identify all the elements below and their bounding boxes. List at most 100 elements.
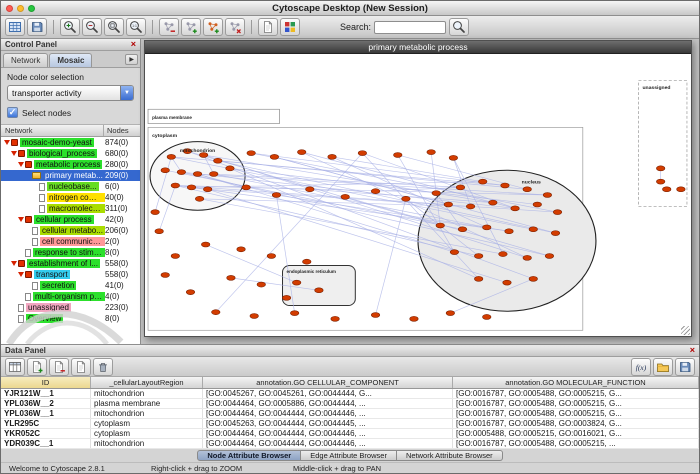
tree-item-secretion[interactable]: secretion41(0) (1, 280, 140, 291)
network-node[interactable] (341, 194, 349, 199)
rename-attribute-button[interactable] (71, 358, 91, 376)
network-node[interactable] (656, 179, 664, 184)
network-node[interactable] (161, 168, 169, 173)
network-node[interactable] (195, 196, 203, 201)
network-node[interactable] (478, 179, 486, 184)
network-node[interactable] (432, 191, 440, 196)
tree-item-macromolecule[interactable]: macromolecule...311(0) (1, 203, 140, 214)
network-node[interactable] (214, 158, 222, 163)
network-node[interactable] (427, 150, 435, 155)
tree-item-transport[interactable]: transport558(0) (1, 269, 140, 280)
expander-icon[interactable] (17, 214, 25, 225)
new-network-from-selection-button[interactable] (203, 18, 223, 36)
tree-item-biological-process[interactable]: biological_process680(0) (1, 148, 140, 159)
tab-scroll-right-button[interactable]: ▶ (125, 54, 138, 65)
network-node[interactable] (177, 170, 185, 175)
vizmapper-button[interactable] (280, 18, 300, 36)
network-node[interactable] (267, 253, 275, 258)
zoom-selected-button[interactable]: 1:1 (126, 18, 146, 36)
network-node[interactable] (193, 172, 201, 177)
network-node[interactable] (474, 276, 482, 281)
network-node[interactable] (226, 166, 234, 171)
delete-rows-button[interactable] (93, 358, 113, 376)
select-nodes-checkbox[interactable]: ✓ (7, 107, 18, 118)
network-node[interactable] (489, 200, 497, 205)
zoom-in-button[interactable] (60, 18, 80, 36)
node-color-select[interactable]: transporter activity ▼ (7, 85, 134, 101)
network-node[interactable] (456, 185, 464, 190)
tree-item-nucleobase[interactable]: nucleobase...6(0) (1, 181, 140, 192)
network-node[interactable] (151, 210, 159, 215)
network-node[interactable] (499, 252, 507, 257)
network-node[interactable] (444, 202, 452, 207)
network-node[interactable] (523, 187, 531, 192)
expander-icon[interactable] (3, 137, 11, 148)
column-header[interactable]: _cellularLayoutRegion (91, 377, 203, 388)
column-header[interactable]: annotation.GO MOLECULAR_FUNCTION (453, 377, 699, 388)
network-node[interactable] (371, 189, 379, 194)
expander-icon[interactable] (17, 269, 25, 280)
network-node[interactable] (315, 288, 323, 293)
network-node[interactable] (501, 183, 509, 188)
network-node[interactable] (529, 276, 537, 281)
network-node[interactable] (331, 316, 339, 321)
network-node[interactable] (292, 280, 300, 285)
network-node[interactable] (529, 227, 537, 232)
column-header[interactable]: annotation.GO CELLULAR_COMPONENT (203, 377, 453, 388)
network-node[interactable] (186, 290, 194, 295)
network-node[interactable] (505, 229, 513, 234)
tree-item-nitrogen-compo[interactable]: nitrogen compo...40(0) (1, 192, 140, 203)
network-node[interactable] (155, 229, 163, 234)
network-node[interactable] (237, 247, 245, 252)
table-row[interactable]: YPL036W__1mitochondrion[GO:0044464, GO:0… (1, 409, 699, 419)
network-node[interactable] (371, 313, 379, 318)
tab-node-attribute-browser[interactable]: Node Attribute Browser (197, 450, 301, 461)
network-node[interactable] (161, 273, 169, 278)
network-node[interactable] (551, 231, 559, 236)
show-all-button[interactable] (181, 18, 201, 36)
network-node[interactable] (210, 172, 218, 177)
network-node[interactable] (201, 242, 209, 247)
network-node[interactable] (402, 196, 410, 201)
network-node[interactable] (203, 187, 211, 192)
network-node[interactable] (523, 255, 531, 260)
network-node[interactable] (458, 227, 466, 232)
network-node[interactable] (167, 154, 175, 159)
network-node[interactable] (250, 314, 258, 319)
tab-edge-attribute-browser[interactable]: Edge Attribute Browser (301, 450, 397, 461)
network-node[interactable] (553, 210, 561, 215)
network-node[interactable] (543, 193, 551, 198)
delete-attribute-button[interactable] (49, 358, 69, 376)
network-node[interactable] (257, 282, 265, 287)
window-titlebar[interactable]: Cytoscape Desktop (New Session) (1, 1, 699, 16)
import-attributes-button[interactable] (653, 358, 673, 376)
network-overview-button[interactable] (5, 18, 25, 36)
tree-item-cellular-process[interactable]: cellular process42(0) (1, 214, 140, 225)
network-node[interactable] (394, 153, 402, 158)
network-node[interactable] (474, 253, 482, 258)
search-options-button[interactable] (449, 18, 469, 36)
network-node[interactable] (270, 154, 278, 159)
table-row[interactable]: YLR295Ccytoplasm[GO:0045263, GO:0044444,… (1, 419, 699, 429)
tree-item-multi-organism-pro[interactable]: multi-organism pro...4(0) (1, 291, 140, 302)
network-canvas[interactable]: plasma membranecytoplasmunassignedendopl… (145, 54, 691, 336)
network-node[interactable] (483, 314, 491, 319)
expander-icon[interactable] (10, 148, 18, 159)
destroy-network-button[interactable] (225, 18, 245, 36)
network-node[interactable] (656, 166, 664, 171)
network-node[interactable] (446, 311, 454, 316)
network-node[interactable] (227, 275, 235, 280)
network-node[interactable] (545, 253, 553, 258)
search-input[interactable] (374, 21, 446, 34)
network-node[interactable] (247, 151, 255, 156)
tab-network-attribute-browser[interactable]: Network Attribute Browser (397, 450, 503, 461)
expander-icon[interactable] (10, 258, 18, 269)
network-node[interactable] (533, 202, 541, 207)
save-session-button[interactable] (27, 18, 47, 36)
resize-grip-icon[interactable] (681, 326, 690, 335)
table-row[interactable]: YKR052Ccytoplasm[GO:0044464, GO:0044444,… (1, 429, 699, 439)
function-builder-button[interactable]: f(x) (631, 358, 651, 376)
control-panel-close-icon[interactable]: × (131, 40, 136, 49)
tree-item-mosaic-demo-yeast[interactable]: mosaic-demo-yeast874(0) (1, 137, 140, 148)
tab-mosaic[interactable]: Mosaic (49, 53, 92, 67)
